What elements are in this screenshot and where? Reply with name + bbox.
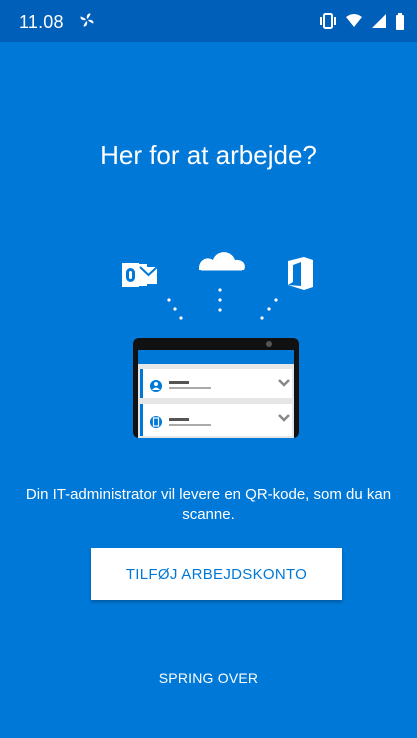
account-item (140, 369, 292, 398)
outlook-icon (122, 263, 158, 287)
connection-dots (167, 288, 278, 320)
status-time: 11.08 (19, 12, 64, 32)
skip-button[interactable]: SPRING OVER (140, 660, 277, 696)
signal-icon (372, 14, 386, 28)
office-icon (288, 257, 313, 290)
status-icons (319, 12, 405, 30)
page-title: Her for at arbejde? (100, 140, 317, 170)
onedrive-icon (199, 252, 245, 271)
onboarding-screen: 11.08 Her for at arbejde? Din IT-adminis… (0, 0, 417, 738)
instruction-text: Din IT-administrator vil levere en QR-ko… (25, 486, 392, 523)
fan-icon (80, 13, 94, 27)
battery-icon (396, 12, 404, 30)
account-item (140, 404, 292, 436)
tablet-device (133, 338, 299, 438)
status-bar: 11.08 (0, 0, 417, 42)
add-work-account-button[interactable]: TILFØJ ARBEJDSKONTO (91, 548, 342, 600)
work-account-illustration (122, 252, 313, 438)
wifi-icon (346, 14, 362, 27)
vibrate-icon (320, 13, 336, 29)
